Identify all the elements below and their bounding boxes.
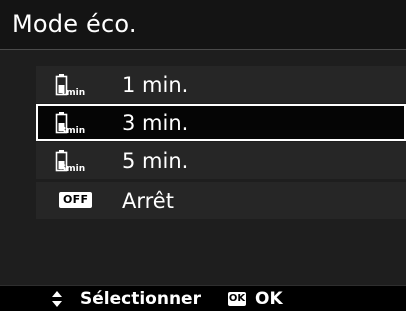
battery-timer-1-icon: 1min [55, 73, 89, 97]
menu-item-off[interactable]: OFF Arrêt [36, 182, 406, 219]
menu-item-3-min[interactable]: 3min 3 min. [36, 104, 406, 141]
page-title: Mode éco. [12, 10, 137, 38]
ok-button-icon: OK [228, 292, 246, 306]
menu-item-label: 5 min. [122, 149, 189, 173]
menu-item-label: 3 min. [122, 111, 189, 135]
menu-item-label: 1 min. [122, 73, 189, 97]
battery-timer-5-icon: 5min [55, 149, 89, 173]
footer-help-bar: Sélectionner OK OK [0, 285, 406, 311]
menu-item-label: Arrêt [122, 189, 174, 213]
off-badge-icon: OFF [59, 192, 93, 208]
menu-item-1-min[interactable]: 1min 1 min. [36, 66, 406, 103]
battery-timer-3-icon: 3min [55, 111, 89, 135]
title-bar: Mode éco. [0, 0, 406, 50]
power-save-options-list: 1min 1 min. 3min 3 min. 5min 5 min. OFF … [0, 50, 406, 285]
battery-timer-5-icon-text: 5min [60, 164, 85, 173]
menu-item-5-min[interactable]: 5min 5 min. [36, 142, 406, 179]
up-down-arrows-icon [52, 291, 62, 307]
battery-timer-3-icon-text: 3min [60, 126, 85, 135]
battery-timer-1-icon-text: 1min [60, 88, 85, 97]
select-hint-label: Sélectionner [80, 289, 201, 309]
ok-hint-label: OK [255, 289, 283, 309]
